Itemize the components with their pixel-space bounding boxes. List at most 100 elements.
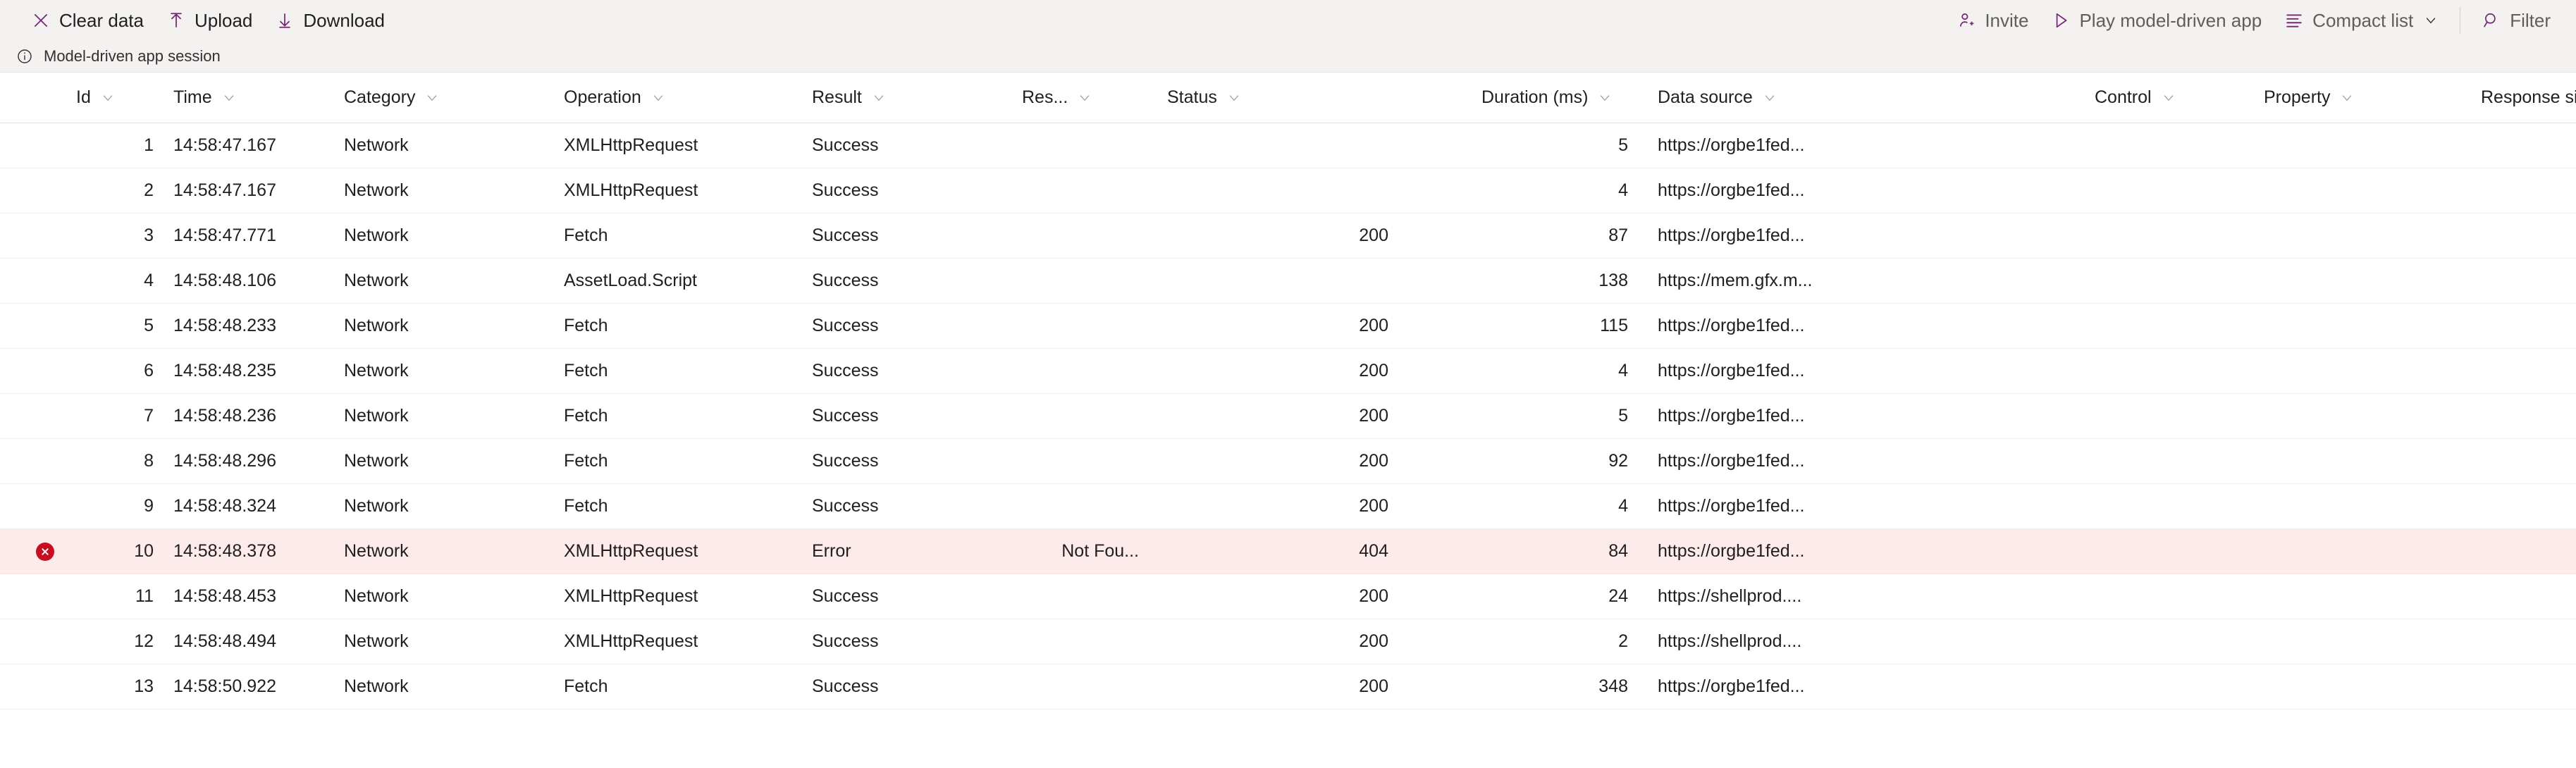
row-status-icon-cell — [25, 542, 65, 561]
column-header-data-source-label: Data source — [1658, 87, 1753, 107]
table-row[interactable]: 5 14:58:48.233 Network Fetch Success 200 115 ht… — [0, 304, 2576, 349]
column-header-category-label: Category — [344, 87, 416, 107]
filter-button[interactable]: Filter — [2470, 5, 2562, 36]
row-cell-id: 9 — [144, 496, 154, 516]
row-cell-time: 14:58:48.494 — [173, 631, 276, 651]
upload-arrow-icon — [166, 11, 186, 30]
row-cell-data-source: https://shellprod.... — [1658, 586, 1802, 606]
chevron-down-icon — [1227, 91, 1241, 105]
column-header-control-label: Control — [2095, 87, 2152, 107]
row-cell-id: 10 — [134, 541, 154, 561]
column-header-reason[interactable]: Res... — [1011, 87, 1152, 108]
row-cell-response-size: 55 — [2470, 225, 2576, 246]
invite-person-add-icon — [1956, 11, 1976, 30]
table-row[interactable]: 7 14:58:48.236 Network Fetch Success 200 5 http… — [0, 394, 2576, 439]
column-header-id[interactable]: Id — [65, 87, 164, 108]
chevron-down-icon — [1763, 91, 1777, 105]
play-model-driven-app-button[interactable]: Play model-driven app — [2040, 5, 2273, 36]
column-header-property[interactable]: Property — [2251, 87, 2470, 108]
command-toolbar: Clear data Upload Download Invite Play m… — [0, 0, 2576, 40]
row-cell-category: Network — [344, 135, 409, 155]
row-cell-data-source: https://orgbe1fed... — [1658, 496, 1805, 516]
row-cell-duration: 4 — [1618, 496, 1628, 516]
grid-body: 1 14:58:47.167 Network XMLHttpRequest Succes… — [0, 123, 2576, 710]
column-header-result[interactable]: Result — [799, 87, 1011, 108]
upload-label: Upload — [194, 9, 253, 31]
clear-data-button[interactable]: Clear data — [20, 5, 155, 36]
table-row[interactable]: 11 14:58:48.453 Network XMLHttpRequest Succe… — [0, 574, 2576, 619]
table-row[interactable]: 2 14:58:47.167 Network XMLHttpRequest Succes… — [0, 168, 2576, 213]
column-header-id-label: Id — [76, 87, 91, 107]
column-header-property-label: Property — [2264, 87, 2331, 107]
column-header-time[interactable]: Time — [164, 87, 331, 108]
row-cell-status: 200 — [1359, 361, 1388, 380]
row-cell-result: Success — [812, 451, 879, 471]
table-row[interactable]: 13 14:58:50.922 Network Fetch Success 200 348 h… — [0, 664, 2576, 710]
column-header-response-size-label: Response size — [2481, 87, 2576, 107]
row-cell-response-size: 28 — [2470, 541, 2576, 562]
row-cell-result: Error — [812, 541, 851, 561]
chevron-down-icon — [425, 91, 439, 105]
row-cell-duration: 138 — [1598, 271, 1628, 290]
chevron-down-icon — [222, 91, 236, 105]
download-label: Download — [303, 9, 386, 31]
table-row[interactable]: 8 14:58:48.296 Network Fetch Success 200 92 htt… — [0, 439, 2576, 484]
row-cell-duration: 4 — [1618, 180, 1628, 200]
column-header-data-source[interactable]: Data source — [1645, 87, 2082, 108]
row-cell-category: Network — [344, 586, 409, 606]
table-row[interactable]: 6 14:58:48.235 Network Fetch Success 200 4 http… — [0, 349, 2576, 394]
row-cell-time: 14:58:47.167 — [173, 135, 276, 155]
row-cell-id: 8 — [144, 451, 154, 471]
row-cell-result: Success — [812, 496, 879, 516]
row-cell-result: Success — [812, 225, 879, 245]
row-cell-data-source: https://orgbe1fed... — [1658, 406, 1805, 426]
row-cell-operation: Fetch — [564, 316, 608, 335]
row-cell-operation: Fetch — [564, 496, 608, 516]
row-cell-result: Success — [812, 676, 879, 696]
chevron-down-icon — [872, 91, 886, 105]
table-row[interactable]: 9 14:58:48.324 Network Fetch Success 200 4 http… — [0, 484, 2576, 529]
table-row[interactable]: 10 14:58:48.378 Network XMLHttpRequest Error… — [0, 529, 2576, 574]
session-info-bar: Model-driven app session — [0, 40, 2576, 73]
chevron-down-icon — [1598, 91, 1612, 105]
row-cell-duration: 4 — [1618, 361, 1628, 380]
column-header-category[interactable]: Category — [331, 87, 551, 108]
chevron-down-icon — [2162, 91, 2176, 105]
column-header-response-size[interactable]: Response size — [2470, 87, 2576, 108]
table-row[interactable]: 1 14:58:47.167 Network XMLHttpRequest Succes… — [0, 123, 2576, 168]
upload-button[interactable]: Upload — [155, 5, 264, 36]
row-cell-operation: Fetch — [564, 225, 608, 245]
row-cell-data-source: https://orgbe1fed... — [1658, 316, 1805, 335]
row-cell-time: 14:58:47.771 — [173, 225, 276, 245]
row-cell-category: Network — [344, 271, 409, 290]
row-cell-id: 11 — [135, 586, 154, 606]
row-cell-time: 14:58:50.922 — [173, 676, 276, 696]
row-cell-result: Success — [812, 316, 879, 335]
invite-button[interactable]: Invite — [1945, 5, 2040, 36]
filter-label: Filter — [2510, 9, 2551, 31]
column-header-control[interactable]: Control — [2082, 87, 2251, 108]
table-row[interactable]: 4 14:58:48.106 Network AssetLoad.Script Succ… — [0, 259, 2576, 304]
row-cell-response-size: 25,991 — [2470, 586, 2576, 607]
table-row[interactable]: 3 14:58:47.771 Network Fetch Success 200 87 htt… — [0, 213, 2576, 259]
search-magnifier-icon — [2482, 11, 2501, 30]
row-cell-duration: 24 — [1608, 586, 1628, 606]
chevron-down-icon — [651, 91, 665, 105]
row-cell-operation: Fetch — [564, 676, 608, 696]
row-cell-operation: AssetLoad.Script — [564, 271, 697, 290]
row-cell-category: Network — [344, 496, 409, 516]
column-header-status[interactable]: Status — [1152, 87, 1405, 108]
table-row[interactable]: 12 14:58:48.494 Network XMLHttpRequest Succe… — [0, 619, 2576, 664]
column-header-operation[interactable]: Operation — [551, 87, 799, 108]
row-cell-id: 3 — [144, 225, 154, 245]
row-cell-duration: 87 — [1608, 225, 1628, 245]
row-cell-id: 1 — [144, 135, 154, 155]
column-header-duration[interactable]: Duration (ms) — [1405, 87, 1645, 108]
row-cell-category: Network — [344, 361, 409, 380]
row-cell-id: 2 — [144, 180, 154, 200]
row-cell-result: Success — [812, 631, 879, 651]
compact-list-button[interactable]: Compact list — [2273, 5, 2450, 36]
column-header-time-label: Time — [173, 87, 212, 107]
download-button[interactable]: Download — [264, 5, 396, 36]
info-circle-icon — [16, 47, 34, 66]
